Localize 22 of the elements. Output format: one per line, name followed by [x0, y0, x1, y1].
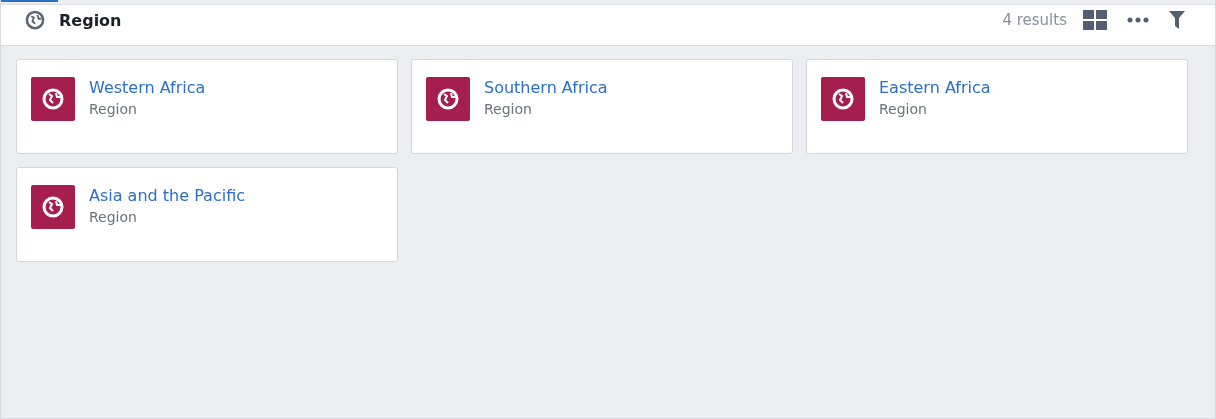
- card-subtitle: Region: [89, 209, 138, 225]
- result-count: 4 results: [1002, 11, 1067, 29]
- globe-icon: [25, 10, 45, 30]
- region-card[interactable]: Western Africa Region: [16, 59, 398, 154]
- grid-view-icon[interactable]: [1083, 10, 1107, 30]
- globe-icon: [31, 185, 75, 229]
- card-title[interactable]: Eastern Africa: [879, 78, 991, 97]
- card-title[interactable]: Western Africa: [89, 78, 206, 97]
- region-card[interactable]: Asia and the Pacific Region: [16, 167, 398, 262]
- more-icon[interactable]: [1127, 17, 1149, 23]
- card-subtitle: Region: [879, 101, 928, 117]
- panel-title: Region: [59, 10, 122, 30]
- card-subtitle: Region: [484, 101, 533, 117]
- region-card[interactable]: Eastern Africa Region: [806, 59, 1188, 154]
- region-card[interactable]: Southern Africa Region: [411, 59, 793, 154]
- globe-icon: [426, 77, 470, 121]
- globe-icon: [821, 77, 865, 121]
- globe-icon: [31, 77, 75, 121]
- filter-icon[interactable]: [1169, 11, 1185, 29]
- card-title[interactable]: Southern Africa: [484, 78, 608, 97]
- card-title[interactable]: Asia and the Pacific: [89, 186, 245, 205]
- card-subtitle: Region: [89, 101, 138, 117]
